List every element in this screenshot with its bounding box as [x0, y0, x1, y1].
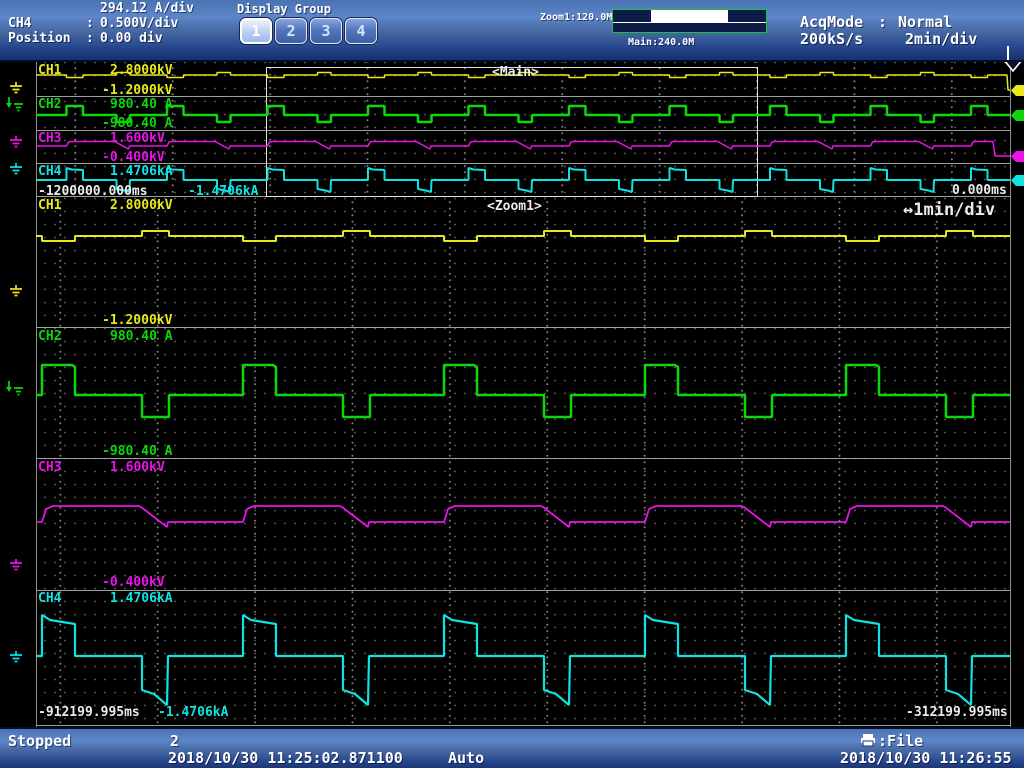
trigger-mode: Auto — [448, 749, 484, 767]
sample-rate: 200kS/s — [800, 30, 863, 48]
main-ch3-bottom-value: -0.400kV — [102, 150, 165, 165]
zoom-trace-ch2 — [36, 365, 1010, 417]
zoom-trace-ch1 — [36, 231, 1010, 241]
main-trace-ch4 — [36, 168, 1010, 192]
zoom1-length-label: Zoom1:120.0M — [540, 12, 612, 23]
zoom-trace-ch4 — [36, 615, 1010, 705]
acqmode-label: AcqMode — [800, 13, 863, 31]
zoom-ch1-ground-icon — [8, 283, 24, 302]
main-ch2-trigger-ground-icon — [5, 97, 24, 118]
ch4-colon: : — [86, 16, 94, 31]
zoom-ch4-label: CH4 — [38, 591, 61, 606]
main-left-value: -1.4706kA — [188, 184, 258, 199]
zoom-ch2-trigger-ground-icon — [5, 381, 24, 402]
zoom-ch1-bottom-value: -1.2000kV — [102, 313, 172, 328]
main-ch2-label: CH2 — [38, 97, 61, 112]
main-left-time: -1200000.000ms — [38, 184, 148, 199]
main-timebase: 2min/div — [905, 30, 977, 48]
header-bar: 294.12 A/div CH4 : 0.500V/div Position :… — [0, 0, 1024, 62]
acquisition-timestamp: 2018/10/30 11:25:02.871100 — [168, 749, 403, 767]
main-ch2-top-value: 980.40 A — [110, 97, 173, 112]
acqmode-value: Normal — [898, 13, 952, 31]
ch4-name: CH4 — [8, 16, 31, 31]
position-value: 0.00 div — [100, 31, 163, 46]
trigger-position-tick — [1007, 46, 1009, 60]
display-group-button-1[interactable]: 1 — [240, 18, 272, 44]
zoom-position-indicator[interactable] — [612, 9, 767, 33]
zoom-region-highlight — [651, 10, 728, 22]
main-ch2-bottom-value: -980.40 A — [102, 116, 172, 131]
zoom-ch1-top-value: 2.8000kV — [110, 198, 173, 213]
main-right-time: 0.000ms — [952, 183, 1007, 198]
zoom-timebase: ↔1min/div — [903, 200, 995, 220]
oscilloscope-screen: 294.12 A/div CH4 : 0.500V/div Position :… — [0, 0, 1024, 768]
zoom-window-title: <Zoom1> — [487, 199, 542, 214]
display-group-label: Display Group — [237, 2, 331, 16]
clock: 2018/10/30 11:26:55 — [840, 749, 1012, 767]
zoom-record-line — [613, 22, 766, 23]
zoom-left-value: -1.4706kA — [158, 705, 228, 720]
group-number: 2 — [170, 732, 179, 750]
main-ch4-ground-icon — [8, 161, 24, 180]
zoom-left-time: -912199.995ms — [38, 705, 140, 720]
ch4-volt-scale: 0.500V/div — [100, 16, 178, 31]
zoom-ch2-bottom-value: -980.40 A — [102, 444, 172, 459]
print-target-label: :File — [878, 732, 923, 750]
printer-icon — [860, 734, 876, 747]
main-ch1-top-value: 2.8000kV — [110, 63, 173, 78]
position-label: Position — [8, 31, 71, 46]
zoom-trace-ch3 — [36, 506, 1010, 527]
display-group-button-3[interactable]: 3 — [310, 18, 342, 44]
main-ch1-bottom-value: -1.2000kV — [102, 83, 172, 98]
main-length-label: Main:240.0M — [628, 37, 694, 48]
zoom-ch4-ground-icon — [8, 649, 24, 668]
zoom-ch2-label: CH2 — [38, 329, 61, 344]
main-ch3-label: CH3 — [38, 131, 61, 146]
main-ch3-top-value: 1.600kV — [110, 131, 165, 146]
main-ch1-label: CH1 — [38, 63, 61, 78]
zoom-right-time: -312199.995ms — [906, 705, 1008, 720]
zoom-ch3-ground-icon — [8, 557, 24, 576]
main-ch4-top-value: 1.4706kA — [110, 164, 173, 179]
main-trace-ch2 — [36, 106, 1010, 122]
position-colon: : — [86, 31, 94, 46]
ch4-current-scale: 294.12 A/div — [100, 1, 194, 16]
zoom-ch3-top-value: 1.600kV — [110, 460, 165, 475]
zoom-ch3-label: CH3 — [38, 460, 61, 475]
main-ch3-ground-icon — [8, 134, 24, 153]
main-trace-ch3 — [36, 142, 1010, 157]
display-group-button-4[interactable]: 4 — [345, 18, 377, 44]
zoom-ch4-top-value: 1.4706kA — [110, 591, 173, 606]
status-bar: Stopped 2 2018/10/30 11:25:02.871100 Aut… — [0, 727, 1024, 768]
main-window-title: <Main> — [492, 65, 539, 80]
zoom-ch2-top-value: 980.40 A — [110, 329, 173, 344]
display-group-button-2[interactable]: 2 — [275, 18, 307, 44]
acquisition-state: Stopped — [8, 732, 71, 750]
acqmode-colon: : — [878, 13, 887, 31]
zoom-ch3-bottom-value: -0.400kV — [102, 575, 165, 590]
zoom-ch1-label: CH1 — [38, 198, 61, 213]
main-ch4-label: CH4 — [38, 164, 61, 179]
